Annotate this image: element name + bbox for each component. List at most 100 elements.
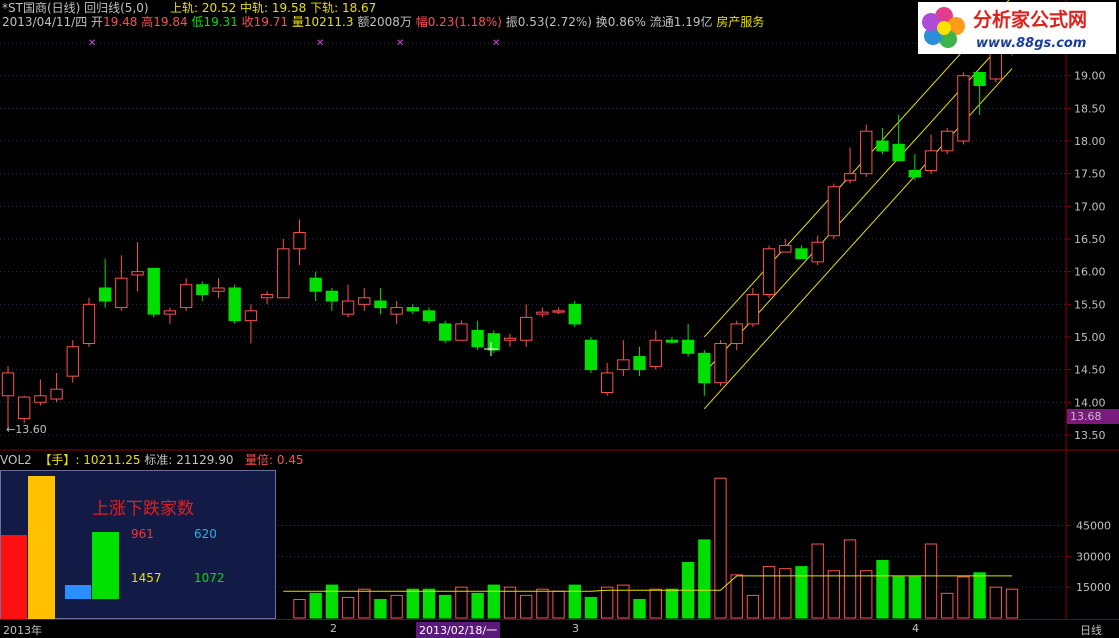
band-readout: 上轨: 20.52 中轨: 19.58 下轨: 18.67 xyxy=(170,1,377,15)
volume-bar xyxy=(924,543,938,619)
price-tick-label: 14.00 xyxy=(1074,396,1106,409)
period-label[interactable]: 日线 xyxy=(1080,622,1102,638)
signal-marker: ✕ xyxy=(492,38,500,49)
candle xyxy=(18,395,31,424)
volume-bar xyxy=(714,477,727,619)
volume-bar xyxy=(843,539,857,619)
candle xyxy=(163,307,177,324)
price-tick-label: 16.50 xyxy=(1074,233,1106,246)
date-axis: 2013年 2 2013/02/18/一 3 4 日线 xyxy=(0,619,1119,638)
volume-bar xyxy=(795,566,808,619)
inset-bar-green xyxy=(92,532,119,599)
volume-bar xyxy=(811,543,824,619)
candle xyxy=(957,72,970,145)
candle xyxy=(309,271,322,302)
volume-bar xyxy=(600,586,614,619)
inset-bar-red xyxy=(1,535,27,619)
volume-series xyxy=(283,477,1019,619)
volume-bar xyxy=(536,588,549,619)
candle xyxy=(860,124,873,177)
inset-value-3: 1457 xyxy=(131,571,162,585)
candle xyxy=(277,239,290,299)
candle xyxy=(1,366,15,429)
candle xyxy=(730,320,743,351)
regression-band-lines xyxy=(703,0,1013,410)
candle xyxy=(325,287,339,311)
candle xyxy=(66,340,79,383)
volume-readout: VOL2 【手】: 10211.25 标准: 21129.90 量倍: 0.45 xyxy=(0,453,304,467)
volume-tick-label: 15000 xyxy=(1076,581,1111,594)
candle xyxy=(520,304,533,347)
logo-title: 分析家公式网 xyxy=(973,8,1087,31)
candle xyxy=(358,287,371,311)
volume-bar xyxy=(568,584,581,619)
volume-bar xyxy=(309,592,322,619)
candle xyxy=(649,330,662,370)
volume-grid xyxy=(278,525,1065,588)
volume-bar xyxy=(487,584,500,619)
candle xyxy=(633,346,646,377)
candle xyxy=(374,287,387,315)
candle xyxy=(941,127,954,155)
volume-bar xyxy=(471,592,484,619)
advance-decline-panel: 上涨下跌家数 961 620 1457 1072 xyxy=(0,470,276,619)
inset-value-up: 961 xyxy=(131,527,154,541)
volume-bar xyxy=(358,588,371,619)
inset-bar-blue xyxy=(65,585,91,599)
volume-bar xyxy=(989,586,1002,619)
volume-bar xyxy=(1005,588,1019,619)
candle xyxy=(487,330,500,354)
candle xyxy=(260,291,274,305)
volume-bar xyxy=(390,594,403,619)
candle xyxy=(50,372,63,403)
date-month-2: 2 xyxy=(330,622,337,635)
candle xyxy=(341,284,355,318)
candle xyxy=(455,320,468,341)
current-price-label: 13.68 xyxy=(1070,410,1102,423)
candle xyxy=(212,278,225,298)
signal-marker: ✕ xyxy=(396,38,404,49)
candle xyxy=(228,284,241,324)
candle xyxy=(746,287,760,328)
price-tick-label: 16.00 xyxy=(1074,266,1106,279)
volume-tick-label: 45000 xyxy=(1076,520,1111,533)
volume-bar xyxy=(892,576,905,619)
volume-bar xyxy=(762,566,776,619)
inset-value-4: 1072 xyxy=(194,571,225,585)
date-month-4: 4 xyxy=(912,622,919,635)
logo-url: www.88gs.com xyxy=(976,36,1086,51)
candle xyxy=(779,239,792,253)
low-price-annotation: ←13.60 xyxy=(6,423,47,436)
candle xyxy=(34,379,47,406)
cursor-date: 2013/02/18/一 xyxy=(416,622,501,638)
candle xyxy=(762,245,776,298)
volume-bar xyxy=(876,559,889,619)
candle xyxy=(244,304,258,344)
candle xyxy=(600,363,614,396)
candle xyxy=(811,235,824,266)
volume-bar xyxy=(406,588,420,619)
candle xyxy=(795,245,808,260)
candle xyxy=(147,267,160,318)
volume-bar xyxy=(374,599,387,619)
candle xyxy=(876,127,889,155)
candle xyxy=(536,307,549,318)
candle xyxy=(568,301,581,328)
candle xyxy=(552,307,565,315)
stock-title: *ST国商(日线) 回归线(5,0) xyxy=(2,1,149,15)
price-tick-label: 18.00 xyxy=(1074,135,1106,148)
candle xyxy=(908,154,922,181)
volume-bar xyxy=(520,594,533,619)
volume-bar xyxy=(325,584,339,619)
candle xyxy=(82,297,96,347)
candlestick-series xyxy=(1,20,1019,429)
price-tick-label: 19.00 xyxy=(1074,70,1106,83)
volume-bar xyxy=(665,588,679,619)
candle xyxy=(471,320,484,351)
volume-bar xyxy=(698,539,711,619)
price-tick-label: 13.50 xyxy=(1074,429,1106,442)
candle xyxy=(98,258,112,308)
candle xyxy=(115,255,128,311)
candle xyxy=(293,219,306,266)
candle xyxy=(681,323,695,357)
